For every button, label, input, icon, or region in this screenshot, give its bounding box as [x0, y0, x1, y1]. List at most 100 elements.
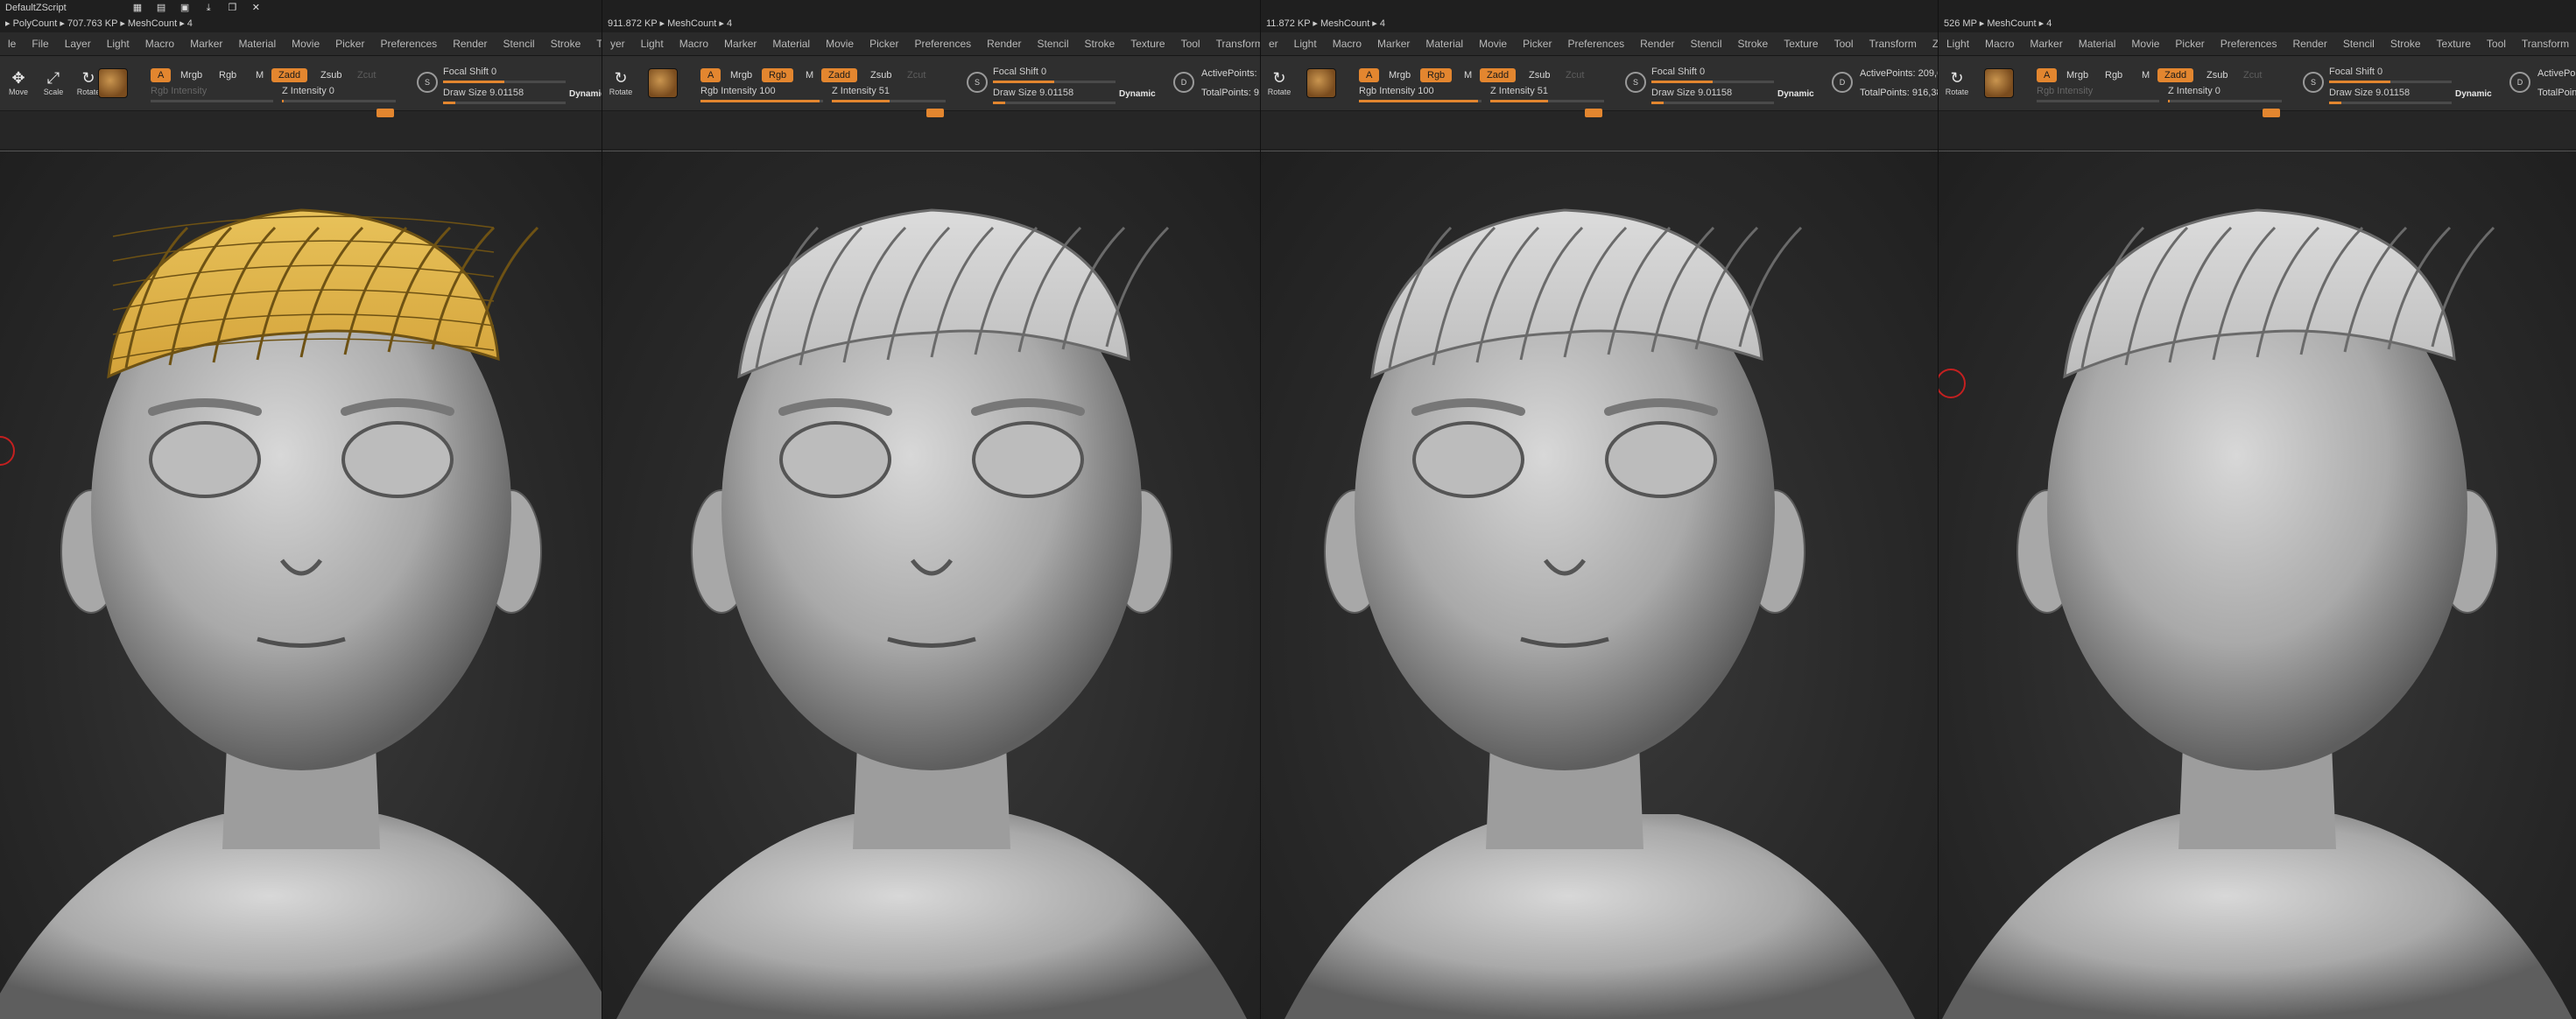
z-intensity-slider[interactable] [282, 100, 396, 102]
zcut-toggle[interactable]: Zcut [1559, 68, 1591, 82]
menu-item[interactable]: Transform [1862, 32, 1925, 55]
menu-item[interactable]: Render [445, 32, 495, 55]
menu-item[interactable]: Marker [716, 32, 764, 55]
z-intensity-slider[interactable] [832, 100, 946, 102]
menu-item[interactable]: Picker [1515, 32, 1559, 55]
menu-item[interactable]: Picker [862, 32, 906, 55]
restore-icon[interactable]: ❐ [226, 3, 238, 13]
menu-item[interactable]: Light [633, 32, 672, 55]
menu-item[interactable]: Light [1939, 32, 1977, 55]
menu-item[interactable]: Movie [2123, 32, 2167, 55]
menu-item[interactable]: Render [2284, 32, 2334, 55]
draw-size-slider[interactable] [1651, 102, 1774, 104]
menu-item[interactable]: Macro [672, 32, 716, 55]
m-toggle[interactable]: M [249, 68, 271, 82]
lazy-mouse-icon[interactable]: S [2303, 72, 2324, 93]
menu-item[interactable]: Material [230, 32, 284, 55]
menu-item[interactable]: Marker [2022, 32, 2070, 55]
rgb-intensity-slider[interactable] [700, 100, 823, 102]
material-swatch[interactable] [98, 68, 128, 98]
layout-icon[interactable]: ▦ [131, 3, 144, 13]
slider-knob[interactable] [1585, 109, 1602, 117]
rgb-toggle[interactable]: Rgb [212, 68, 243, 82]
rgb-intensity-slider[interactable] [1359, 100, 1482, 102]
menu-item[interactable]: Render [1632, 32, 1682, 55]
menu-item[interactable]: Render [979, 32, 1029, 55]
menu-item[interactable]: Material [2071, 32, 2124, 55]
menu-item[interactable]: Picker [327, 32, 372, 55]
menu-item[interactable]: Transform [1208, 32, 1261, 55]
menu-item[interactable]: Macro [137, 32, 182, 55]
menu-item[interactable]: Stencil [1030, 32, 1077, 55]
m-toggle[interactable]: M [1457, 68, 1479, 82]
menu-item[interactable]: Light [1286, 32, 1325, 55]
menu-item[interactable]: Movie [284, 32, 327, 55]
draw-size-icon[interactable]: D [2509, 72, 2530, 93]
zadd-toggle[interactable]: Zadd [1480, 68, 1517, 82]
menu-item[interactable]: Texture [1123, 32, 1172, 55]
a-toggle[interactable]: A [700, 68, 721, 82]
focal-shift-slider[interactable] [993, 81, 1116, 83]
menu-item[interactable]: Picker [2167, 32, 2212, 55]
menu-item[interactable]: yer [602, 32, 633, 55]
menu-item[interactable]: Preferences [906, 32, 979, 55]
lazy-mouse-icon[interactable]: S [1625, 72, 1646, 93]
menu-item[interactable]: Movie [818, 32, 862, 55]
focal-shift-slider[interactable] [1651, 81, 1774, 83]
zadd-toggle[interactable]: Zadd [271, 68, 308, 82]
menu-item[interactable]: Stroke [1730, 32, 1777, 55]
layout-icon-3[interactable]: ▣ [179, 3, 191, 13]
menu-item[interactable]: Tool [1173, 32, 1208, 55]
menu-item[interactable]: Material [1418, 32, 1471, 55]
draw-size-slider[interactable] [443, 102, 566, 104]
canvas-viewport[interactable] [602, 149, 1261, 1019]
draw-size-icon[interactable]: D [1832, 72, 1853, 93]
dynamic-toggle[interactable]: Dynamic [2455, 89, 2492, 99]
menu-item[interactable]: Marker [1369, 32, 1418, 55]
menu-item[interactable]: Preferences [2213, 32, 2285, 55]
zadd-toggle[interactable]: Zadd [821, 68, 858, 82]
tool-move-button[interactable]: ✥ Move [5, 68, 32, 103]
mrgb-toggle[interactable]: Mrgb [173, 68, 209, 82]
menu-item[interactable]: Tool [1826, 32, 1862, 55]
rgb-toggle[interactable]: Rgb [2098, 68, 2129, 82]
material-swatch[interactable] [648, 68, 678, 98]
z-intensity-slider[interactable] [2168, 100, 2282, 102]
focal-shift-slider[interactable] [443, 81, 566, 83]
close-icon[interactable]: ✕ [250, 3, 262, 13]
tool-rotate-button[interactable]: ↻ Rotate [1944, 68, 1970, 103]
menu-item[interactable]: Stroke [2382, 32, 2429, 55]
z-intensity-slider[interactable] [1490, 100, 1604, 102]
menu-item[interactable]: le [0, 32, 24, 55]
menu-item[interactable]: Stencil [1683, 32, 1730, 55]
dynamic-toggle[interactable]: Dynamic [1119, 89, 1156, 99]
menu-item[interactable]: Material [764, 32, 818, 55]
lazy-mouse-icon[interactable]: S [417, 72, 438, 93]
menu-item[interactable]: Texture [2429, 32, 2479, 55]
mrgb-toggle[interactable]: Mrgb [2059, 68, 2095, 82]
zcut-toggle[interactable]: Zcut [2236, 68, 2269, 82]
menu-item[interactable]: Preferences [1559, 32, 1632, 55]
zsub-toggle[interactable]: Zsub [2199, 68, 2235, 82]
zadd-toggle[interactable]: Zadd [2157, 68, 2194, 82]
a-toggle[interactable]: A [151, 68, 172, 82]
menu-item[interactable]: Tool [2479, 32, 2514, 55]
canvas-viewport[interactable] [1261, 149, 1939, 1019]
focal-shift-slider[interactable] [2329, 81, 2452, 83]
draw-size-slider[interactable] [2329, 102, 2452, 104]
menu-item[interactable]: Texture [588, 32, 602, 55]
slider-knob[interactable] [926, 109, 944, 117]
m-toggle[interactable]: M [799, 68, 820, 82]
zcut-toggle[interactable]: Zcut [900, 68, 933, 82]
menu-item[interactable]: Transform [2514, 32, 2576, 55]
menu-item[interactable]: Macro [1325, 32, 1369, 55]
canvas-viewport[interactable] [0, 149, 602, 1019]
menu-item[interactable]: er [1261, 32, 1286, 55]
layout-icon-2[interactable]: ▤ [155, 3, 167, 13]
menu-item[interactable]: Texture [1776, 32, 1826, 55]
zcut-toggle[interactable]: Zcut [350, 68, 383, 82]
material-swatch[interactable] [1984, 68, 2014, 98]
menu-item[interactable]: Stencil [2335, 32, 2382, 55]
slider-knob[interactable] [377, 109, 394, 117]
menu-item[interactable]: Stroke [543, 32, 589, 55]
